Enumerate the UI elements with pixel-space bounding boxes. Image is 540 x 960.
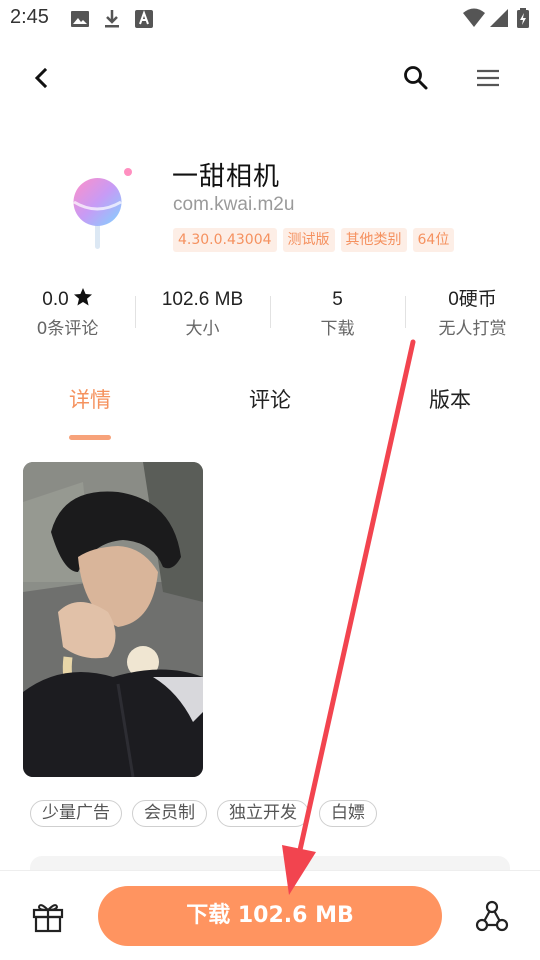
downloads-label: 下载	[320, 319, 355, 339]
rating-value: 0.0	[42, 289, 69, 310]
stats-row: 0.0 0条评论 102.6 MB 大小 5 下载 0硬币 无人打赏	[0, 284, 540, 348]
arch-tag: 64位	[412, 228, 455, 252]
app-icon	[73, 168, 132, 249]
feature-tag-indie[interactable]: 独立开发	[217, 800, 309, 827]
download-button[interactable]: 下载 102.6 MB	[98, 886, 442, 946]
version-tag: 4.30.0.43004	[173, 228, 277, 252]
feature-tag-ads[interactable]: 少量广告	[30, 800, 122, 827]
download-icon	[105, 10, 119, 28]
tab-active-indicator	[69, 435, 111, 440]
stat-rating[interactable]: 0.0 0条评论	[0, 284, 135, 348]
image-icon	[71, 11, 89, 27]
beta-tag: 测试版	[282, 228, 335, 252]
coins-value: 0硬币	[448, 289, 497, 310]
feature-tag-free[interactable]: 白嫖	[319, 800, 377, 827]
chevron-left-icon[interactable]	[26, 62, 58, 94]
feature-tag-list: 少量广告 会员制 独立开发 白嫖	[30, 800, 377, 827]
app-name: 一甜相机	[172, 162, 281, 192]
menu-icon[interactable]	[472, 62, 504, 94]
coins-label: 无人打赏	[438, 319, 507, 339]
share-icon[interactable]	[474, 898, 510, 934]
stat-downloads: 5 下载	[270, 284, 405, 348]
status-time: 2:45	[10, 6, 49, 28]
category-tag: 其他类别	[340, 228, 407, 252]
tab-versions[interactable]: 版本	[429, 384, 471, 414]
rating-value-wrap: 0.0	[0, 284, 135, 316]
battery-charging-icon	[517, 8, 529, 28]
tab-reviews[interactable]: 评论	[249, 384, 291, 414]
app-screenshot[interactable]	[23, 462, 203, 777]
text-a-icon	[135, 10, 153, 28]
stat-coins[interactable]: 0硬币 无人打赏	[405, 284, 540, 348]
stat-size: 102.6 MB 大小	[135, 284, 270, 348]
app-package: com.kwai.m2u	[173, 194, 295, 215]
rating-label: 0条评论	[36, 319, 99, 339]
search-icon[interactable]	[400, 62, 432, 94]
tab-details[interactable]: 详情	[69, 384, 111, 414]
signal-icon	[490, 9, 508, 27]
wifi-icon	[463, 8, 485, 27]
star-icon	[73, 288, 92, 306]
size-value: 102.6 MB	[161, 289, 244, 310]
feature-tag-membership[interactable]: 会员制	[132, 800, 207, 827]
status-bar: 2:45	[0, 0, 540, 38]
gift-icon[interactable]	[30, 898, 66, 934]
app-tag-list: 4.30.0.43004 测试版 其他类别 64位	[173, 228, 455, 252]
downloads-value: 5	[332, 289, 343, 310]
size-label: 大小	[185, 319, 220, 339]
